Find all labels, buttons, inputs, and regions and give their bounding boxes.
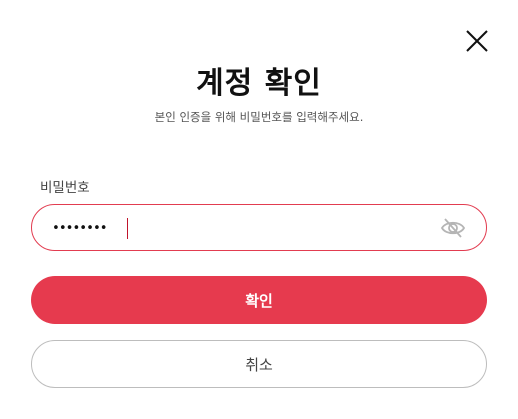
password-label: 비밀번호 xyxy=(40,180,90,196)
toggle-password-visibility-button[interactable] xyxy=(440,217,466,239)
password-field[interactable] xyxy=(31,204,487,251)
close-icon xyxy=(466,30,488,52)
close-button[interactable] xyxy=(464,28,490,54)
account-verify-dialog: 계정 확인 본인 인증을 위해 비밀번호를 입력해주세요. 비밀번호 확인 취소 xyxy=(0,0,518,419)
text-caret xyxy=(127,218,128,239)
confirm-button[interactable]: 확인 xyxy=(31,276,487,324)
cancel-button[interactable]: 취소 xyxy=(31,340,487,388)
eye-slash-icon xyxy=(440,218,466,238)
dialog-title: 계정 확인 xyxy=(196,66,322,101)
password-input[interactable] xyxy=(52,218,432,238)
dialog-subtitle: 본인 인증을 위해 비밀번호를 입력해주세요. xyxy=(154,110,364,124)
